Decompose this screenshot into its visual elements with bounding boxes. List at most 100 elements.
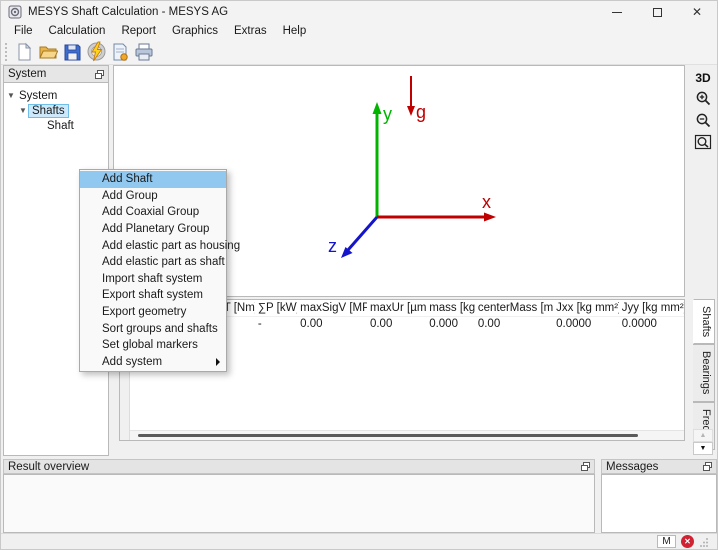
- system-panel-header: System: [3, 65, 109, 83]
- zoom-fit-button[interactable]: [692, 133, 714, 153]
- print-button[interactable]: [132, 40, 156, 64]
- col-maxur[interactable]: maxUr [µm]: [367, 300, 426, 316]
- context-menu-item-sort-groups-and-shafts[interactable]: Sort groups and shafts: [80, 320, 226, 337]
- chevron-down-icon[interactable]: ▼: [18, 106, 28, 115]
- system-panel-title: System: [8, 68, 46, 80]
- y-axis-label: y: [383, 104, 392, 124]
- messages-toggle-button[interactable]: M: [657, 535, 676, 548]
- maximize-icon: [653, 8, 662, 17]
- new-file-icon: [14, 42, 34, 62]
- cell-power: -: [255, 316, 297, 331]
- x-axis-label: x: [482, 192, 491, 212]
- result-overview-header: Result overview: [3, 459, 595, 474]
- context-menu-item-add-coaxial-group[interactable]: Add Coaxial Group: [80, 204, 226, 221]
- tab-scroll-down-button[interactable]: ▼: [693, 442, 713, 455]
- tree-item-system[interactable]: ▼ System: [4, 88, 108, 103]
- messages-content: [601, 474, 717, 533]
- col-maxsigv[interactable]: maxSigV [MPa]: [297, 300, 367, 316]
- messages-title: Messages: [606, 461, 658, 473]
- tab-scrollers: ▲ ▼: [693, 429, 713, 455]
- tree-item-shafts[interactable]: ▼ Shafts: [4, 103, 108, 118]
- new-file-button[interactable]: [12, 40, 36, 64]
- minimize-icon: [612, 12, 622, 13]
- menubar: File Calculation Report Graphics Extras …: [1, 23, 717, 39]
- float-panel-icon[interactable]: [95, 70, 104, 79]
- error-status-icon[interactable]: ✕: [681, 535, 694, 548]
- menu-file[interactable]: File: [6, 24, 41, 39]
- cell-mass: 0.000: [426, 316, 475, 331]
- report-button[interactable]: [108, 40, 132, 64]
- view-toolbar: 3D: [689, 69, 717, 153]
- open-file-button[interactable]: [36, 40, 60, 64]
- save-button[interactable]: [60, 40, 84, 64]
- messages-panel: Messages: [601, 459, 717, 535]
- triangle-down-icon: ▼: [700, 445, 707, 452]
- chevron-down-icon[interactable]: ▼: [6, 91, 16, 100]
- context-menu-item-add-elastic-part-as-housing[interactable]: Add elastic part as housing: [80, 237, 226, 254]
- context-menu-item-import-shaft-system[interactable]: Import shaft system: [80, 271, 226, 288]
- gravity-label: g: [416, 102, 426, 122]
- cell-maxur: 0.00: [367, 316, 426, 331]
- cell-jyy: 0.0000: [619, 316, 684, 331]
- toolbar-handle[interactable]: [5, 43, 10, 61]
- print-icon: [134, 42, 154, 62]
- titlebar: MESYS Shaft Calculation - MESYS AG ✕: [1, 1, 717, 23]
- tree-item-shaft[interactable]: Shaft: [4, 118, 108, 133]
- maximize-button[interactable]: [637, 1, 677, 23]
- float-panel-icon[interactable]: [581, 462, 590, 471]
- result-overview-panel: Result overview: [3, 459, 595, 535]
- calculate-button[interactable]: [84, 40, 108, 64]
- save-icon: [62, 42, 82, 62]
- zoom-out-icon: [694, 112, 712, 130]
- window-title: MESYS Shaft Calculation - MESYS AG: [28, 6, 228, 18]
- menu-help[interactable]: Help: [275, 24, 315, 39]
- client-area: System ▼ System ▼ Shafts Shaft: [1, 65, 717, 533]
- app-window: MESYS Shaft Calculation - MESYS AG ✕ Fil…: [0, 0, 718, 550]
- tab-bearings[interactable]: Bearings: [693, 344, 715, 401]
- context-menu-item-add-system[interactable]: Add system: [80, 354, 226, 371]
- context-menu-item-add-planetary-group[interactable]: Add Planetary Group: [80, 221, 226, 238]
- open-file-icon: [38, 42, 58, 62]
- zoom-in-button[interactable]: [692, 89, 714, 109]
- zoom-fit-icon: [694, 134, 712, 152]
- context-menu-item-add-group[interactable]: Add Group: [80, 188, 226, 205]
- tree-item-label-selected: Shafts: [28, 104, 69, 118]
- view-3d-button[interactable]: 3D: [695, 69, 710, 87]
- side-tab-strip: Shafts Bearings Freque: [693, 299, 715, 450]
- context-menu: Add Shaft Add Group Add Coaxial Group Ad…: [79, 169, 227, 372]
- col-jxx[interactable]: Jxx [kg mm²]: [553, 300, 619, 316]
- menu-calculation[interactable]: Calculation: [41, 24, 114, 39]
- scrollbar-thumb[interactable]: [138, 434, 638, 437]
- minimize-button[interactable]: [597, 1, 637, 23]
- report-icon: [110, 42, 130, 62]
- tab-shafts[interactable]: Shafts: [693, 299, 715, 344]
- resize-grip[interactable]: [699, 537, 709, 547]
- status-bar: M ✕: [1, 533, 717, 549]
- close-button[interactable]: ✕: [677, 1, 717, 23]
- tree-item-label: System: [16, 90, 60, 102]
- menu-report[interactable]: Report: [113, 24, 164, 39]
- float-panel-icon[interactable]: [703, 462, 712, 471]
- col-jyy[interactable]: Jyy [kg mm²]: [619, 300, 684, 316]
- context-menu-item-export-shaft-system[interactable]: Export shaft system: [80, 287, 226, 304]
- context-menu-item-set-global-markers[interactable]: Set global markers: [80, 337, 226, 354]
- context-menu-item-add-shaft[interactable]: Add Shaft: [80, 171, 226, 188]
- context-menu-item-add-elastic-part-as-shaft[interactable]: Add elastic part as shaft: [80, 254, 226, 271]
- app-icon: [8, 5, 22, 19]
- col-mass[interactable]: mass [kg]: [426, 300, 475, 316]
- menu-graphics[interactable]: Graphics: [164, 24, 226, 39]
- cell-jxx: 0.0000: [553, 316, 619, 331]
- main-toolbar: [1, 39, 717, 65]
- menu-extras[interactable]: Extras: [226, 24, 275, 39]
- result-overview-content: [3, 474, 595, 533]
- col-centermass[interactable]: centerMass [mm]: [475, 300, 553, 316]
- cell-maxsigv: 0.00: [297, 316, 367, 331]
- context-menu-item-export-geometry[interactable]: Export geometry: [80, 304, 226, 321]
- col-power[interactable]: ∑P [kW]: [255, 300, 297, 316]
- zoom-out-button[interactable]: [692, 111, 714, 131]
- tab-scroll-up-button[interactable]: ▲: [693, 429, 713, 442]
- result-overview-title: Result overview: [8, 461, 89, 473]
- messages-header: Messages: [601, 459, 717, 474]
- context-menu-item-label: Add system: [102, 356, 162, 368]
- horizontal-scrollbar[interactable]: [130, 430, 684, 440]
